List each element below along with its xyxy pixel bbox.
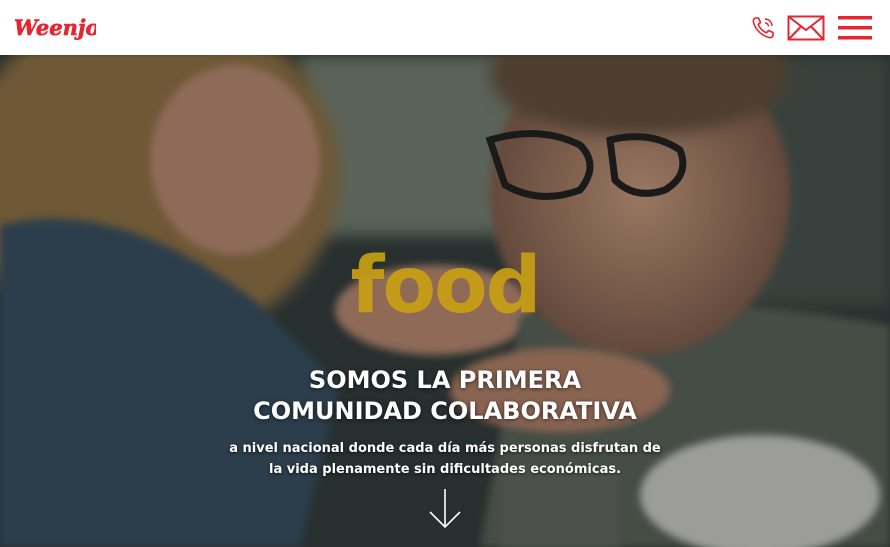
headline-line-2: COMUNIDAD COLABORATIVA bbox=[253, 397, 637, 425]
phone-icon bbox=[752, 16, 774, 38]
headline-line-1: SOMOS LA PRIMERA bbox=[308, 366, 582, 394]
site-header: Weenjoy bbox=[0, 0, 890, 55]
logo-text: Weenjoy bbox=[14, 15, 96, 40]
hero-headline: SOMOS LA PRIMERA COMUNIDAD COLABORATIVA bbox=[0, 365, 890, 427]
logo-graphic: Weenjoy bbox=[14, 15, 96, 41]
arrow-down-icon bbox=[429, 489, 461, 529]
subheadline-line-1: a nivel nacional donde cada día más pers… bbox=[229, 441, 661, 456]
phone-button[interactable] bbox=[746, 0, 780, 55]
subheadline-line-2: la vida plenamente sin dificultades econ… bbox=[268, 462, 622, 477]
food-brand-word: food bbox=[350, 241, 542, 331]
hamburger-menu-icon bbox=[838, 15, 872, 39]
hero-section: food SOMOS LA PRIMERA COMUNIDAD COLABORA… bbox=[0, 55, 890, 547]
mail-icon bbox=[787, 15, 825, 40]
hero-subheadline: a nivel nacional donde cada día más pers… bbox=[0, 438, 890, 480]
menu-button[interactable] bbox=[834, 0, 876, 55]
scroll-down-button[interactable] bbox=[428, 488, 462, 530]
weenjoy-logo[interactable]: Weenjoy bbox=[12, 10, 96, 44]
mail-button[interactable] bbox=[786, 0, 826, 55]
